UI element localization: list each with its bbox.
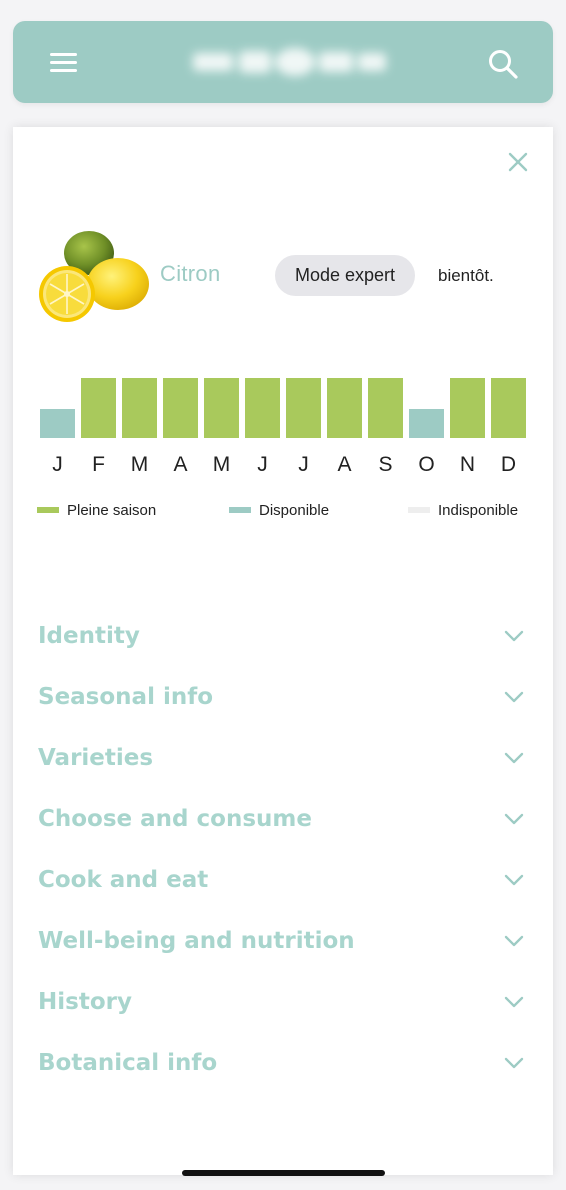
chevron-down-icon	[504, 996, 524, 1008]
legend-unavailable: Indisponible	[408, 500, 518, 520]
section-label: Well-being and nutrition	[38, 928, 355, 954]
section-choose-and-consume[interactable]: Choose and consume	[38, 798, 528, 842]
section-label: History	[38, 989, 132, 1015]
season-month-label: M	[130, 453, 149, 476]
chevron-down-icon	[504, 691, 524, 703]
section-label: Varieties	[38, 745, 154, 771]
legend-available: Disponible	[229, 500, 329, 520]
product-name: Citron	[160, 261, 221, 286]
season-bar-3	[122, 378, 157, 438]
top-app-bar	[13, 21, 553, 103]
season-bar-1	[40, 409, 75, 438]
season-month-label: D	[500, 453, 517, 476]
chevron-down-icon	[504, 752, 524, 764]
chevron-down-icon	[504, 874, 524, 886]
legend-label-unavailable: Indisponible	[438, 501, 519, 519]
legend-swatch-full-season	[37, 507, 59, 513]
product-detail-card: Citron Mode expert bientôt. J F M A M J J A S O N D…	[13, 127, 553, 1175]
season-month-label: F	[92, 453, 105, 476]
season-bar-10	[409, 409, 444, 438]
season-month-label: J	[52, 453, 63, 476]
legend-label-full-season: Pleine saison	[67, 501, 157, 519]
season-bar-4	[163, 378, 198, 438]
close-icon[interactable]	[506, 150, 530, 174]
section-label: Choose and consume	[38, 806, 312, 832]
season-calendar	[40, 378, 526, 438]
season-month-label: J	[257, 453, 268, 476]
legend-swatch-unavailable	[408, 507, 430, 513]
hamburger-menu-icon[interactable]	[50, 53, 78, 73]
section-cook-and-eat[interactable]: Cook and eat	[38, 859, 528, 903]
section-varieties[interactable]: Varieties	[38, 737, 528, 781]
chevron-down-icon	[504, 813, 524, 825]
season-bar-7	[286, 378, 321, 438]
season-bar-12	[491, 378, 526, 438]
expert-mode-button[interactable]: Mode expert	[275, 255, 415, 296]
legend-swatch-available	[229, 507, 251, 513]
chevron-down-icon	[504, 1057, 524, 1069]
season-month-label: J	[298, 453, 309, 476]
season-month-label: A	[337, 453, 352, 476]
season-bar-6	[245, 378, 280, 438]
section-identity[interactable]: Identity	[38, 615, 528, 659]
section-label: Cook and eat	[38, 867, 209, 893]
chevron-down-icon	[504, 630, 524, 642]
season-month-label: N	[459, 453, 476, 476]
app-logo	[193, 48, 386, 76]
legend-full-season: Pleine saison	[37, 500, 156, 520]
season-month-label: A	[173, 453, 188, 476]
section-label: Botanical info	[38, 1050, 218, 1076]
chevron-down-icon	[504, 935, 524, 947]
lemon-lime-image	[39, 231, 149, 322]
section-history[interactable]: History	[38, 981, 528, 1025]
season-bar-5	[204, 378, 239, 438]
season-month-label: M	[212, 453, 231, 476]
section-well-being-and-nutrition[interactable]: Well-being and nutrition	[38, 920, 528, 964]
legend-label-available: Disponible	[259, 501, 330, 519]
season-bar-2	[81, 378, 116, 438]
season-bar-8	[327, 378, 362, 438]
season-bar-9	[368, 378, 403, 438]
section-botanical-info[interactable]: Botanical info	[38, 1042, 528, 1086]
section-seasonal-info[interactable]: Seasonal info	[38, 676, 528, 720]
section-label: Seasonal info	[38, 684, 214, 710]
season-month-label: O	[418, 453, 435, 476]
section-label: Identity	[38, 623, 140, 649]
search-icon[interactable]	[487, 48, 521, 82]
season-month-label: S	[378, 453, 393, 476]
coming-soon-text: bientôt.	[438, 266, 494, 285]
season-bar-11	[450, 378, 485, 438]
home-indicator	[182, 1170, 385, 1176]
